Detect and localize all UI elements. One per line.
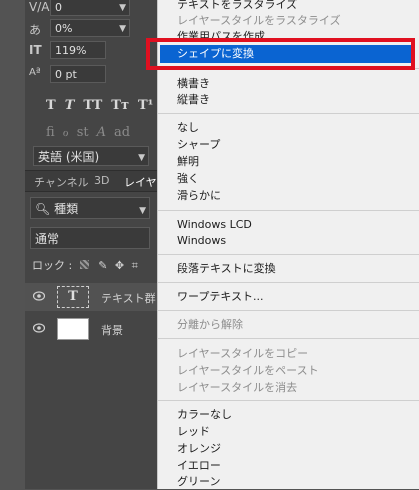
swash-button[interactable]: A (97, 125, 106, 140)
chevron-down-icon[interactable]: ▼ (119, 20, 126, 38)
layer-name: 背景 (101, 324, 123, 337)
eye-icon[interactable] (33, 291, 45, 301)
discretionary-ligatures-button[interactable]: ℴ (63, 125, 69, 140)
chevron-down-icon[interactable]: ▼ (138, 148, 145, 168)
menu-item-color-green[interactable]: グリーン (177, 474, 220, 490)
lock-label: ロック : (32, 259, 73, 272)
menu-item-rasterize-type[interactable]: テキストをラスタライズ (177, 0, 297, 13)
kerning-field[interactable]: 0 ▼ (50, 0, 130, 16)
menu-item-rasterize-layer-style: レイヤースタイルをラスタライズ (177, 14, 341, 27)
tab-channels[interactable]: チャンネル (34, 174, 89, 190)
menu-separator (158, 210, 419, 211)
menu-item-windows-lcd[interactable]: Windows LCD (177, 217, 252, 233)
menu-item-color-none[interactable]: カラーなし (177, 407, 232, 423)
language-value: 英語 (米国) (38, 150, 100, 164)
menu-separator (158, 338, 419, 339)
vertical-scale-icon: IT (29, 43, 42, 57)
lock-paint-icon[interactable]: ✎ (98, 259, 107, 272)
menu-item-aa-smooth[interactable]: 滑らかに (177, 188, 221, 204)
search-icon: 🔍︎ (35, 202, 51, 216)
kerning-value: 0 (55, 1, 62, 14)
context-menu: テキストをラスタライズ レイヤースタイルをラスタライズ 作業用パスを作成 シェイ… (157, 0, 419, 489)
blend-mode-select[interactable]: 通常 (30, 227, 150, 249)
menu-separator (158, 113, 419, 114)
faux-bold-button[interactable]: T (46, 98, 56, 113)
tracking-field[interactable]: 0% ▼ (50, 19, 130, 37)
tab-3d[interactable]: 3D (94, 174, 109, 187)
menu-item-warp-text[interactable]: ワープテキスト... (177, 289, 264, 305)
menu-item-color-yellow[interactable]: イエロー (177, 458, 221, 474)
tracking-value: 0% (55, 22, 73, 35)
baseline-shift-value: 0 pt (55, 68, 77, 81)
lock-artboard-icon[interactable]: ⌗ (132, 259, 138, 272)
lock-row: ロック : ✎ ✥ ⌗ (32, 257, 156, 273)
chevron-down-icon[interactable]: ▼ (139, 200, 146, 222)
menu-item-vertical[interactable]: 縦書き (177, 92, 210, 108)
eye-icon[interactable] (33, 323, 45, 333)
menu-item-copy-layer-style: レイヤースタイルをコピー (177, 347, 309, 360)
vertical-scale-field[interactable]: 119% (50, 41, 106, 59)
chevron-down-icon[interactable]: ▼ (119, 0, 126, 17)
kerning-icon: V/A (29, 0, 50, 14)
menu-item-aa-strong[interactable]: 強く (177, 171, 199, 187)
faux-italic-button[interactable]: T (65, 98, 75, 113)
tracking-icon: あ (29, 23, 42, 37)
menu-item-aa-none[interactable]: なし (177, 120, 199, 136)
superscript-button[interactable]: T¹ (138, 98, 153, 113)
layer-name: テキスト群 (101, 292, 156, 305)
layer-filter-select[interactable]: 🔍︎ 種類 ▼ (30, 197, 150, 219)
ordinals-button[interactable]: ad (114, 125, 130, 140)
text-layer-thumbnail-icon: T (57, 286, 89, 308)
menu-item-aa-crisp[interactable]: 鮮明 (177, 154, 199, 170)
lock-transparency-icon[interactable] (79, 260, 89, 269)
layer-filter-value: 種類 (54, 202, 79, 216)
character-layers-panel: V/A 0 ▼ あ 0% ▼ IT 119% Aª 0 pt T T TT Tт T¹ … (0, 0, 157, 489)
opentype-buttons: fi ℴ st Aad (46, 121, 138, 140)
menu-separator (158, 282, 419, 283)
menu-item-release-isolation: 分離から解除 (177, 318, 243, 331)
lock-position-icon[interactable]: ✥ (115, 259, 124, 272)
menu-item-paste-layer-style: レイヤースタイルをペースト (177, 364, 319, 377)
ligatures-button[interactable]: fi (46, 125, 55, 140)
menu-item-color-red[interactable]: レッド (177, 424, 210, 440)
menu-separator (158, 254, 419, 255)
layer-row-background[interactable]: 背景 (25, 315, 157, 343)
stylistic-alternates-button[interactable]: st (77, 125, 89, 140)
menu-item-color-orange[interactable]: オレンジ (177, 441, 221, 457)
menu-item-convert-paragraph[interactable]: 段落テキストに変換 (177, 261, 276, 277)
menu-separator (158, 400, 419, 401)
language-select[interactable]: 英語 (米国) ▼ (33, 146, 149, 166)
annotation-highlight-box (146, 38, 415, 70)
layer-row-text[interactable]: T テキスト群 (25, 283, 157, 311)
text-style-buttons: T T TT Tт T¹ (46, 94, 162, 113)
vertical-scale-value: 119% (55, 44, 87, 57)
menu-item-horizontal[interactable]: 横書き (177, 76, 210, 92)
baseline-shift-field[interactable]: 0 pt (50, 65, 106, 83)
left-strip (0, 0, 25, 489)
menu-item-clear-layer-style: レイヤースタイルを消去 (177, 381, 298, 394)
menu-item-aa-sharp[interactable]: シャープ (177, 137, 220, 153)
background-thumbnail (57, 318, 89, 340)
menu-item-windows[interactable]: Windows (177, 233, 226, 249)
small-caps-button[interactable]: Tт (111, 98, 129, 113)
layer-thumb-glyph: T (68, 289, 78, 304)
all-caps-button[interactable]: TT (83, 98, 102, 113)
baseline-shift-icon: Aª (29, 67, 41, 78)
blend-mode-value: 通常 (35, 232, 60, 246)
menu-separator (158, 310, 419, 311)
panel-tabs: チャンネル 3D レイヤー (25, 170, 157, 205)
